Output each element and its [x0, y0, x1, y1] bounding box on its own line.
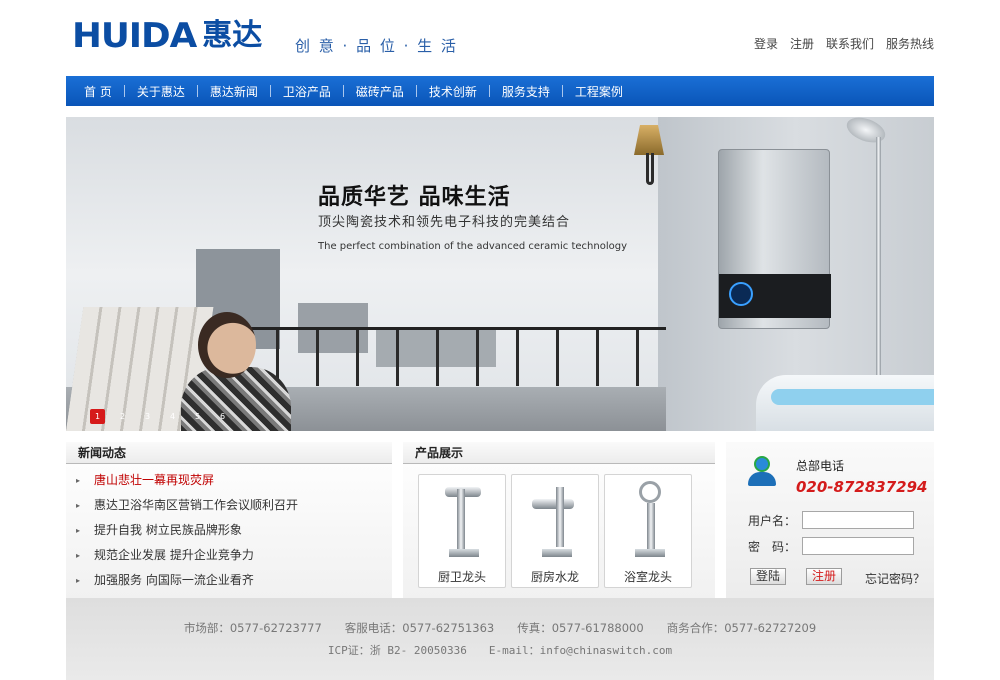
slide-dot-4[interactable]: 4 [165, 409, 180, 424]
triangle-bullet-icon: ▸ [76, 551, 81, 560]
slide-dot-6[interactable]: 6 [215, 409, 230, 424]
logo[interactable]: HUIDA 惠达 [72, 18, 262, 54]
news-item-text: 规范企业发展 提升企业竞争力 [94, 548, 254, 562]
wall-lamp-arm [646, 153, 654, 185]
banner-railing [216, 327, 666, 386]
faucet-icon [439, 481, 487, 559]
news-item-text: 提升自我 树立民族品牌形象 [94, 523, 242, 537]
nav-item-innovation[interactable]: 技术创新 [417, 83, 489, 100]
nav-divider [342, 85, 344, 97]
top-link-login[interactable]: 登录 [754, 35, 778, 52]
faucet-icon [532, 481, 580, 559]
triangle-bullet-icon: ▸ [76, 526, 81, 535]
news-item-text: 加强服务 向国际一流企业看齐 [94, 573, 254, 587]
nav-divider [196, 85, 198, 97]
triangle-bullet-icon: ▸ [76, 501, 81, 510]
nav-divider [561, 85, 563, 97]
nav-divider [488, 85, 490, 97]
bathtub-water [771, 389, 934, 405]
news-item-text: 惠达卫浴华南区营销工作会议顺利召开 [94, 498, 299, 512]
nav-divider [415, 85, 417, 97]
hq-phone-number: 020-872837294 [796, 478, 928, 496]
nav-divider [269, 85, 271, 97]
password-input[interactable] [802, 537, 914, 555]
nav-item-about[interactable]: 关于惠达 [125, 83, 197, 100]
login-panel: 总部电话 020-872837294 用户名： 密 码： 登陆 注册 忘记密码？ [726, 442, 934, 598]
username-label: 用户名： [748, 513, 797, 528]
register-button[interactable]: 注册 [806, 568, 843, 585]
banner-model-head [198, 312, 256, 378]
slide-indicators: 1 2 3 4 5 6 [90, 409, 230, 424]
footer-contacts: 市场部：0577-62723777 客服电话：0577-62751363 传真：… [183, 621, 817, 635]
banner-subtitle: 顶尖陶瓷技术和领先电子科技的完美结合 [318, 215, 571, 230]
main-nav: 首 页 关于惠达 惠达新闻 卫浴产品 磁砖产品 技术创新 服务支持 工程案例 [66, 76, 934, 106]
product-card[interactable]: 厨卫龙头 [418, 474, 506, 588]
nav-item-tile-products[interactable]: 磁砖产品 [344, 83, 416, 100]
customer-service-icon [748, 456, 776, 486]
product-label: 厨卫龙头 [437, 570, 486, 584]
product-label: 厨房水龙 [530, 570, 579, 584]
triangle-bullet-icon: ▸ [76, 576, 81, 585]
password-row: 密 码： [748, 537, 914, 555]
shower-pipe [876, 137, 881, 377]
news-panel: 新闻动态 ▸ 唐山悲壮一幕再现荧屏 ▸ 惠达卫浴华南区营销工作会议顺利召开 ▸ 提升自… [66, 442, 392, 598]
banner-title: 品质华艺 品味生活 [318, 185, 511, 210]
nav-item-home[interactable]: 首 页 [72, 83, 124, 100]
slide-dot-2[interactable]: 2 [115, 409, 130, 424]
news-title: 新闻动态 [66, 442, 392, 464]
products-title: 产品展示 [403, 442, 715, 464]
top-link-hotline[interactable]: 服务热线 [886, 35, 934, 52]
slide-dot-5[interactable]: 5 [190, 409, 205, 424]
news-item[interactable]: ▸ 规范企业发展 提升企业竞争力 [76, 543, 392, 568]
news-list: ▸ 唐山悲壮一幕再现荧屏 ▸ 惠达卫浴华南区营销工作会议顺利召开 ▸ 提升自我 树立民… [66, 464, 392, 593]
login-button[interactable]: 登陆 [750, 568, 787, 585]
nav-item-bathroom-products[interactable]: 卫浴产品 [271, 83, 343, 100]
footer-icp-email: ICP证：浙 B2- 20050336 E-mail：info@chinaswi… [327, 644, 673, 657]
header: HUIDA 惠达 创 意 · 品 位 · 生 活 登录 注册 联系我们 服务热线 [0, 0, 1000, 76]
password-label: 密 码： [748, 539, 797, 554]
hq-phone-label: 总部电话 [796, 459, 845, 473]
faucet-icon [625, 481, 673, 559]
nav-item-news[interactable]: 惠达新闻 [198, 83, 270, 100]
username-row: 用户名： [748, 511, 914, 529]
username-input[interactable] [802, 511, 914, 529]
heater-dial-icon [729, 282, 753, 306]
products-panel: 产品展示 厨卫龙头 厨房水龙 浴室龙头 [403, 442, 715, 598]
slide-dot-1[interactable]: 1 [90, 409, 105, 424]
logo-chinese: 惠达 [202, 18, 263, 53]
news-item[interactable]: ▸ 惠达卫浴华南区营销工作会议顺利召开 [76, 493, 392, 518]
product-card[interactable]: 浴室龙头 [604, 474, 692, 588]
news-item[interactable]: ▸ 唐山悲壮一幕再现荧屏 [76, 468, 392, 493]
news-item-text: 唐山悲壮一幕再现荧屏 [94, 473, 215, 487]
top-links: 登录 注册 联系我们 服务热线 [754, 35, 934, 52]
forgot-password-link[interactable]: 忘记密码？ [865, 570, 925, 587]
logo-english: HUIDA [72, 16, 197, 56]
news-item[interactable]: ▸ 提升自我 树立民族品牌形象 [76, 518, 392, 543]
water-heater-image [718, 149, 831, 329]
hero-banner[interactable]: 品质华艺 品味生活 顶尖陶瓷技术和领先电子科技的完美结合 The perfect… [66, 117, 934, 431]
product-label: 浴室龙头 [623, 570, 672, 584]
top-link-register[interactable]: 注册 [790, 35, 814, 52]
slogan: 创 意 · 品 位 · 生 活 [295, 37, 458, 55]
banner-english-text: The perfect combination of the advanced … [318, 241, 627, 252]
product-row: 厨卫龙头 厨房水龙 浴室龙头 [403, 464, 715, 588]
top-link-contact[interactable]: 联系我们 [826, 35, 874, 52]
nav-divider [123, 85, 125, 97]
news-item[interactable]: ▸ 加强服务 向国际一流企业看齐 [76, 568, 392, 593]
product-card[interactable]: 厨房水龙 [511, 474, 599, 588]
nav-item-support[interactable]: 服务支持 [490, 83, 562, 100]
triangle-bullet-icon: ▸ [76, 476, 81, 485]
slide-dot-3[interactable]: 3 [140, 409, 155, 424]
footer: 市场部：0577-62723777 客服电话：0577-62751363 传真：… [66, 598, 934, 680]
nav-item-projects[interactable]: 工程案例 [563, 83, 635, 100]
